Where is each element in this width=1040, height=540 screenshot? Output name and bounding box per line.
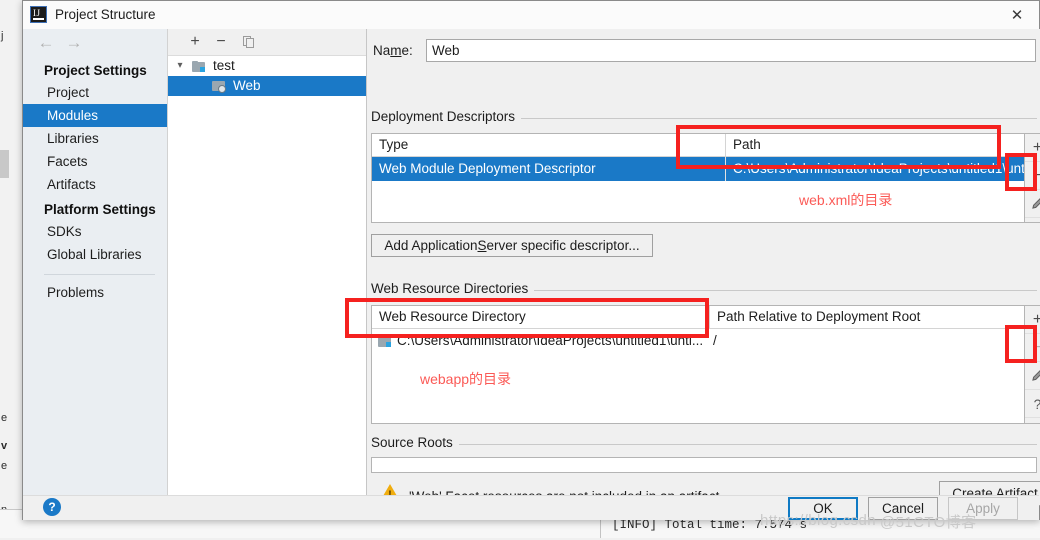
sidebar-item-project[interactable]: Project [23, 81, 167, 104]
background-ide-gutter [0, 0, 23, 538]
tree-node-web[interactable]: Web [168, 76, 366, 96]
column-header-type: Type [379, 137, 409, 152]
edit-descriptor-button[interactable] [1025, 190, 1040, 218]
close-icon[interactable]: ✕ [995, 1, 1039, 28]
sidebar-item-global-libraries[interactable]: Global Libraries [23, 243, 167, 266]
table-row[interactable]: C:\Users\Administrator\IdeaProjects\unti… [372, 329, 1024, 353]
background-edge-letter: e [1, 460, 8, 472]
add-descriptor-label-post: erver specific descriptor... [486, 238, 640, 253]
watermark-url: https://blog.csdn [760, 512, 877, 529]
intellij-idea-icon: IJ [30, 6, 47, 23]
sidebar-item-problems[interactable]: Problems [23, 281, 167, 304]
table-header: Web Resource Directory Path Relative to … [372, 306, 1024, 329]
web-resource-directories-buttons: + − ? [1025, 305, 1040, 424]
name-label: Name: [373, 43, 413, 58]
name-input[interactable]: Web [426, 39, 1036, 62]
web-resource-directories-group: Web Resource Directories [371, 281, 1037, 296]
background-scrollbar-thumb[interactable] [0, 150, 9, 178]
column-header-path: Path [725, 134, 1024, 156]
web-facet-icon [212, 80, 226, 93]
deployment-descriptors-group: Deployment Descriptors [371, 109, 1037, 124]
forward-arrow-icon[interactable]: → [61, 32, 87, 54]
table-header: Type Path [372, 134, 1024, 157]
folder-icon [378, 336, 391, 347]
project-structure-dialog: IJ Project Structure ✕ ← → Project Setti… [22, 0, 1040, 520]
sidebar-item-modules[interactable]: Modules [23, 104, 167, 127]
sidebar-nav-arrows: ← → [23, 29, 167, 57]
sidebar-heading-platform-settings: Platform Settings [44, 202, 156, 217]
add-descriptor-mnemonic: S [477, 238, 487, 253]
dialog-titlebar: IJ Project Structure ✕ [23, 1, 1039, 30]
sidebar-item-sdks[interactable]: SDKs [23, 220, 167, 243]
dialog-title: Project Structure [55, 7, 156, 22]
settings-sidebar: ← → Project Settings Project Modules Lib… [23, 29, 168, 495]
add-descriptor-label-pre: Add Application [384, 238, 478, 253]
web-resource-help-button[interactable]: ? [1025, 390, 1040, 418]
annotation-label-webapp: webapp的目录 [420, 371, 512, 387]
sidebar-item-artifacts[interactable]: Artifacts [23, 173, 167, 196]
table-row[interactable]: Web Module Deployment Descriptor C:\User… [372, 157, 1024, 181]
name-row: Name: Web [371, 39, 1037, 63]
column-header-web-resource-directory: Web Resource Directory [379, 309, 526, 324]
deployment-descriptors-buttons: + − [1025, 133, 1040, 223]
facet-settings-panel: Name: Web Deployment Descriptors Type Pa… [367, 29, 1040, 506]
cell-web-resource-directory: C:\Users\Administrator\IdeaProjects\unti… [372, 329, 709, 353]
help-button[interactable]: ? [43, 498, 61, 516]
name-label-pre: Na [373, 43, 391, 58]
edit-pencil-icon [1030, 368, 1040, 383]
edit-web-resource-button[interactable] [1025, 362, 1040, 390]
edit-pencil-icon [1030, 196, 1040, 211]
deployment-descriptors-table[interactable]: Type Path Web Module Deployment Descript… [371, 133, 1025, 223]
module-folder-icon [192, 61, 205, 72]
sidebar-heading-project-settings: Project Settings [44, 63, 147, 78]
source-roots-field[interactable] [371, 457, 1037, 473]
remove-module-button[interactable]: − [210, 32, 232, 52]
add-module-button[interactable]: + [184, 32, 206, 52]
remove-web-resource-button[interactable]: − [1025, 334, 1040, 362]
cell-web-resource-directory-text: C:\Users\Administrator\IdeaProjects\unti… [397, 333, 704, 348]
cell-descriptor-path: C:\Users\Administrator\IdeaProjects\unti… [725, 157, 1024, 181]
name-label-post: e: [401, 43, 413, 58]
module-tree-toolbar: + − [168, 29, 366, 56]
copy-module-button[interactable] [238, 32, 260, 52]
sidebar-item-facets[interactable]: Facets [23, 150, 167, 173]
tree-node-test[interactable]: ▾ test [168, 56, 366, 76]
web-resource-directories-table[interactable]: Web Resource Directory Path Relative to … [371, 305, 1025, 424]
cell-descriptor-type: Web Module Deployment Descriptor [379, 161, 596, 176]
source-roots-title: Source Roots [371, 435, 459, 450]
add-web-resource-button[interactable]: + [1025, 306, 1040, 334]
sidebar-divider [44, 274, 155, 275]
add-descriptor-button[interactable]: + [1025, 134, 1040, 162]
name-label-mnemonic: m [390, 43, 402, 58]
watermark-handle: @51CTO博客 [880, 514, 977, 531]
background-edge-letter: e [1, 412, 8, 424]
copy-icon [243, 36, 255, 48]
tree-node-label: Web [233, 78, 261, 93]
back-arrow-icon[interactable]: ← [33, 32, 59, 54]
background-edge-letter: v [1, 440, 8, 452]
source-roots-group: Source Roots [371, 435, 1037, 450]
background-edge-letter: j [1, 30, 4, 42]
add-application-server-descriptor-button[interactable]: Add Application Server specific descript… [371, 234, 653, 257]
column-header-path-relative: Path Relative to Deployment Root [709, 306, 1024, 328]
screen: j e v e n [INFO] Total time: 7.574 s IJ … [0, 0, 1040, 538]
sidebar-item-libraries[interactable]: Libraries [23, 127, 167, 150]
tree-node-label: test [213, 58, 235, 73]
annotation-label-webxml: web.xml的目录 [799, 192, 893, 208]
chevron-down-icon[interactable]: ▾ [174, 56, 186, 76]
remove-descriptor-button[interactable]: − [1025, 162, 1040, 190]
deployment-descriptors-title: Deployment Descriptors [371, 109, 522, 124]
cell-path-relative: / [713, 333, 717, 348]
module-tree-panel: + − ▾ test Web [168, 29, 367, 495]
web-resource-directories-title: Web Resource Directories [371, 281, 535, 296]
